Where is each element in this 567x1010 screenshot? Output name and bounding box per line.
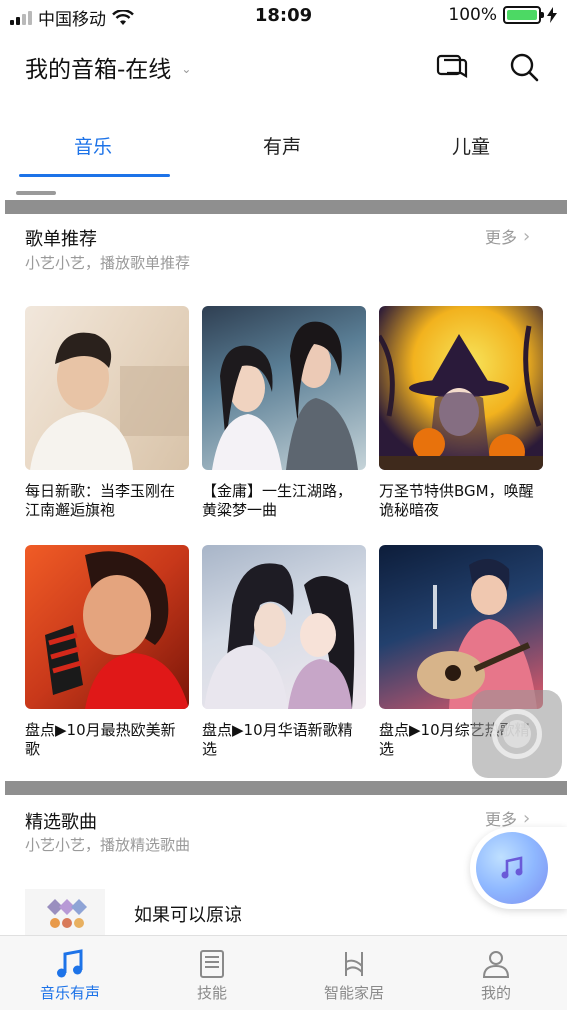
- playlist-card[interactable]: 万圣节特供BGM，唤醒诡秘暗夜: [379, 306, 543, 520]
- status-bar: 中国移动 18:09 100%: [0, 0, 567, 32]
- playlist-more-link[interactable]: 更多 ›: [485, 224, 530, 248]
- status-right: 100%: [448, 5, 557, 25]
- nav-label: 技能: [196, 984, 227, 1002]
- bottom-nav: 音乐有声 技能 智能家居 我的: [0, 935, 567, 1010]
- battery-icon: [503, 6, 544, 24]
- playlist-card[interactable]: 盘点▶10月华语新歌精选: [202, 545, 366, 759]
- tab-music[interactable]: 音乐: [18, 132, 168, 159]
- tab-active-indicator: [19, 174, 170, 177]
- scroll-indicator: [16, 191, 56, 195]
- battery-fill: [507, 10, 537, 20]
- songs-section-title: 精选歌曲: [25, 812, 97, 833]
- nav-item-skills[interactable]: 技能: [152, 948, 272, 1003]
- music-note-icon: [501, 856, 523, 879]
- album-art-illustration: [47, 899, 87, 928]
- portrait-illustration: [30, 332, 189, 470]
- playlist-title: 万圣节特供BGM，唤醒诡秘暗夜: [379, 482, 534, 519]
- nav-label: 智能家居: [323, 984, 384, 1002]
- playlist-cover: [202, 545, 366, 709]
- charging-bolt-icon: [547, 7, 557, 23]
- chevron-right-icon: ›: [523, 225, 531, 247]
- song-title[interactable]: 如果可以原谅: [134, 901, 242, 927]
- chevron-down-icon: ⌄: [181, 62, 192, 76]
- playlist-card[interactable]: 每日新歌：当李玉刚在江南邂逅旗袍: [25, 306, 189, 520]
- more-label: 更多: [485, 228, 518, 247]
- tab-audio[interactable]: 有声: [207, 132, 357, 159]
- playlist-cover: [379, 306, 543, 470]
- now-playing-button[interactable]: [470, 827, 567, 909]
- section-divider: [5, 200, 567, 214]
- section-divider: [5, 781, 567, 795]
- nav-label: 我的: [480, 984, 511, 1002]
- speaker-selector[interactable]: 我的音箱-在线 ⌄: [25, 50, 191, 84]
- now-playing-orb: [476, 832, 548, 904]
- chevron-right-icon: ›: [523, 807, 531, 829]
- nav-label: 音乐有声: [39, 984, 100, 1002]
- playlist-cover: [379, 545, 543, 709]
- playlist-title: 每日新歌：当李玉刚在江南邂逅旗袍: [25, 482, 176, 519]
- playlist-title: 盘点▶10月最热欧美新歌: [25, 721, 176, 758]
- battery-percent: 100%: [448, 5, 497, 25]
- playlist-cover: [202, 306, 366, 470]
- playlist-section-title: 歌单推荐: [25, 229, 97, 250]
- playlist-cover: [25, 306, 189, 470]
- assistive-touch-button[interactable]: [472, 690, 562, 778]
- category-tabs: 音乐 有声 儿童: [0, 118, 567, 178]
- playlist-cover: [25, 545, 189, 709]
- playlist-card[interactable]: 【金庸】一生江湖路，黄粱梦一曲: [202, 306, 366, 520]
- playlist-title: 盘点▶10月华语新歌精选: [202, 721, 353, 758]
- playlist-title: 【金庸】一生江湖路，黄粱梦一曲: [202, 482, 353, 519]
- home-device-icon: [345, 952, 363, 976]
- guitarist-on-stage-illustration: [417, 558, 537, 709]
- playlist-card[interactable]: 盘点▶10月最热欧美新歌: [25, 545, 189, 759]
- tab-kids[interactable]: 儿童: [396, 132, 546, 159]
- book-icon: [200, 950, 224, 978]
- page-title: 我的音箱-在线: [25, 57, 172, 83]
- singer-portrait-illustration: [45, 551, 189, 709]
- songs-section-subtitle: 小艺小艺，播放精选歌曲: [25, 836, 191, 854]
- nav-item-me[interactable]: 我的: [436, 948, 556, 1003]
- costume-drama-illustration: [212, 321, 358, 470]
- halloween-witch-illustration: [379, 325, 543, 470]
- music-note-icon: [57, 949, 83, 978]
- song-cover[interactable]: [25, 889, 105, 937]
- messages-icon[interactable]: [435, 50, 469, 84]
- search-icon[interactable]: [507, 50, 541, 84]
- person-icon: [482, 951, 510, 978]
- costume-couple-illustration: [204, 563, 355, 709]
- nav-item-smart-home[interactable]: 智能家居: [294, 948, 414, 1003]
- playlist-section-subtitle: 小艺小艺，播放歌单推荐: [25, 254, 191, 272]
- assistive-center: [503, 720, 531, 748]
- nav-item-music[interactable]: 音乐有声: [10, 948, 130, 1003]
